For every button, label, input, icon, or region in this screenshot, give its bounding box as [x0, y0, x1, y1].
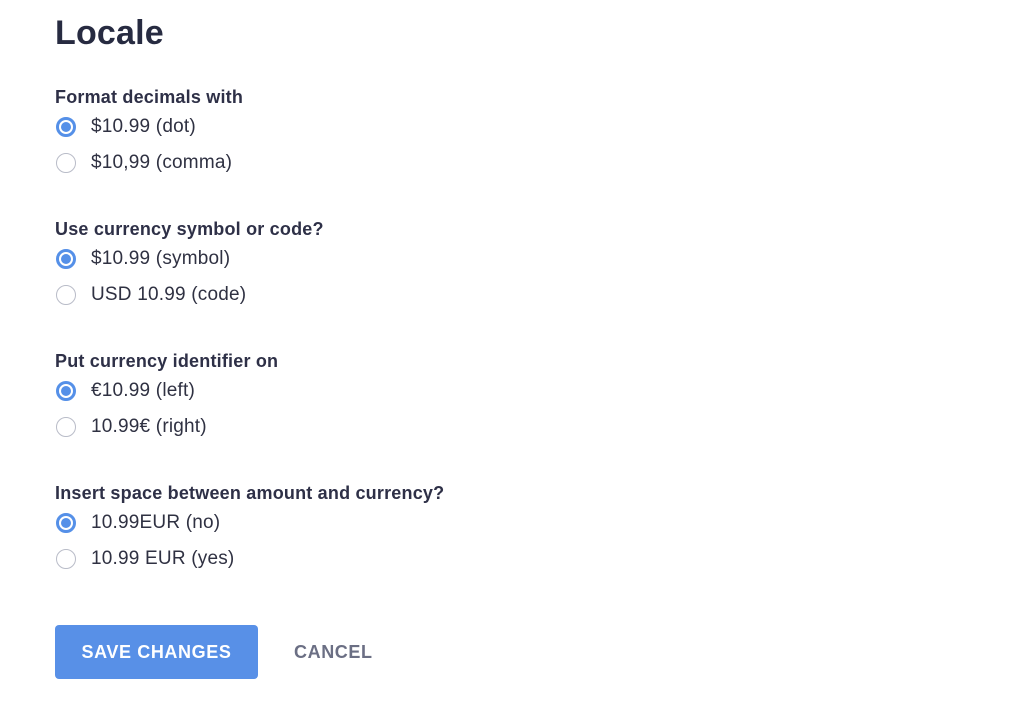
- cancel-button[interactable]: CANCEL: [294, 642, 373, 663]
- option-left[interactable]: €10.99 (left): [55, 373, 278, 409]
- option-label: USD 10.99 (code): [91, 284, 247, 305]
- option-code[interactable]: USD 10.99 (code): [55, 277, 324, 313]
- decimal-format-group: Format decimals with $10.99 (dot) $10,99…: [55, 85, 243, 181]
- form-actions: SAVE CHANGES CANCEL: [55, 625, 373, 679]
- option-symbol[interactable]: $10.99 (symbol): [55, 241, 324, 277]
- currency-symbol-group: Use currency symbol or code? $10.99 (sym…: [55, 217, 324, 313]
- radio-button[interactable]: [56, 153, 76, 173]
- page-title: Locale: [55, 14, 164, 52]
- option-yes[interactable]: 10.99 EUR (yes): [55, 541, 444, 577]
- option-comma[interactable]: $10,99 (comma): [55, 145, 243, 181]
- option-label: 10.99EUR (no): [91, 512, 221, 533]
- radio-button[interactable]: [56, 549, 76, 569]
- identifier-position-group: Put currency identifier on €10.99 (left)…: [55, 349, 278, 445]
- group-label: Put currency identifier on: [55, 351, 279, 371]
- option-label: $10.99 (dot): [91, 116, 196, 137]
- option-label: 10.99€ (right): [91, 416, 207, 437]
- group-label: Insert space between amount and currency…: [55, 483, 445, 503]
- radio-button[interactable]: [56, 117, 76, 137]
- option-label: 10.99 EUR (yes): [91, 548, 235, 569]
- option-label: $10,99 (comma): [91, 152, 233, 173]
- option-dot[interactable]: $10.99 (dot): [55, 109, 243, 145]
- radio-button[interactable]: [56, 249, 76, 269]
- radio-button[interactable]: [56, 381, 76, 401]
- group-label: Use currency symbol or code?: [55, 219, 324, 239]
- radio-button[interactable]: [56, 417, 76, 437]
- save-changes-button[interactable]: SAVE CHANGES: [55, 625, 258, 679]
- radio-button[interactable]: [56, 285, 76, 305]
- option-no[interactable]: 10.99EUR (no): [55, 505, 444, 541]
- option-label: €10.99 (left): [91, 380, 195, 401]
- option-label: $10.99 (symbol): [91, 248, 231, 269]
- option-right[interactable]: 10.99€ (right): [55, 409, 278, 445]
- radio-button[interactable]: [56, 513, 76, 533]
- group-label: Format decimals with: [55, 87, 244, 107]
- space-insertion-group: Insert space between amount and currency…: [55, 481, 444, 577]
